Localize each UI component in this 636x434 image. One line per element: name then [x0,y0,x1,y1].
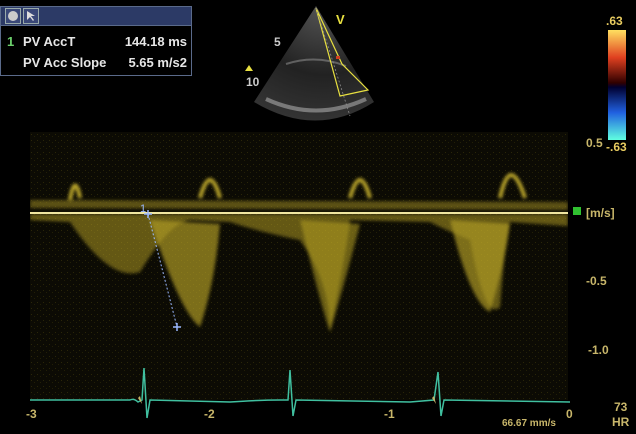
velocity-unit: [m/s] [586,206,615,220]
sweep-speed: 66.67 mm/s [502,418,556,429]
cursor-icon[interactable] [23,8,39,24]
ecg-trace [30,367,570,419]
colorbar-bottom-label: -.63 [606,140,627,154]
measurement-toolbar [1,7,191,26]
baseline-handle-icon[interactable] [573,207,581,215]
velocity-label-neg10: -1.0 [588,343,609,357]
measurement-value: 144.18 ms [124,34,187,49]
measurement-panel: 1 PV AccT 144.18 ms PV Acc Slope 5.65 m/… [0,6,192,76]
time-label-neg1: -1 [384,407,395,421]
measurement-index: 1 [7,34,15,49]
caliper-marker: 1 [140,203,146,215]
depth-10-label: 10 [246,75,260,89]
depth-5-label: 5 [274,35,281,49]
record-icon[interactable] [5,8,21,24]
measurement-row-pv-acc-slope[interactable]: PV Acc Slope 5.65 m/s2 [5,52,191,73]
heart-rate-value: 73 [614,400,628,414]
time-label-neg2: -2 [204,407,215,421]
time-label-0: 0 [566,407,573,421]
view-marker: V [336,12,345,27]
measurement-label: PV AccT [23,34,76,49]
velocity-label-pos05: 0.5 [586,136,603,150]
measurement-value: 5.65 m/s2 [128,55,187,70]
velocity-label-neg05: -0.5 [586,274,607,288]
measurement-row-pv-acct[interactable]: 1 PV AccT 144.18 ms [5,31,191,52]
color-scale-bar [608,30,626,140]
time-label-neg3: -3 [26,407,37,421]
focus-marker-icon [245,65,253,71]
measurement-list: 1 PV AccT 144.18 ms PV Acc Slope 5.65 m/… [5,31,191,73]
sector-image[interactable]: V 5 10 [236,4,376,128]
colorbar-top-label: .63 [606,14,623,28]
heart-rate-unit: HR [612,415,630,429]
measurement-label: PV Acc Slope [23,55,107,70]
